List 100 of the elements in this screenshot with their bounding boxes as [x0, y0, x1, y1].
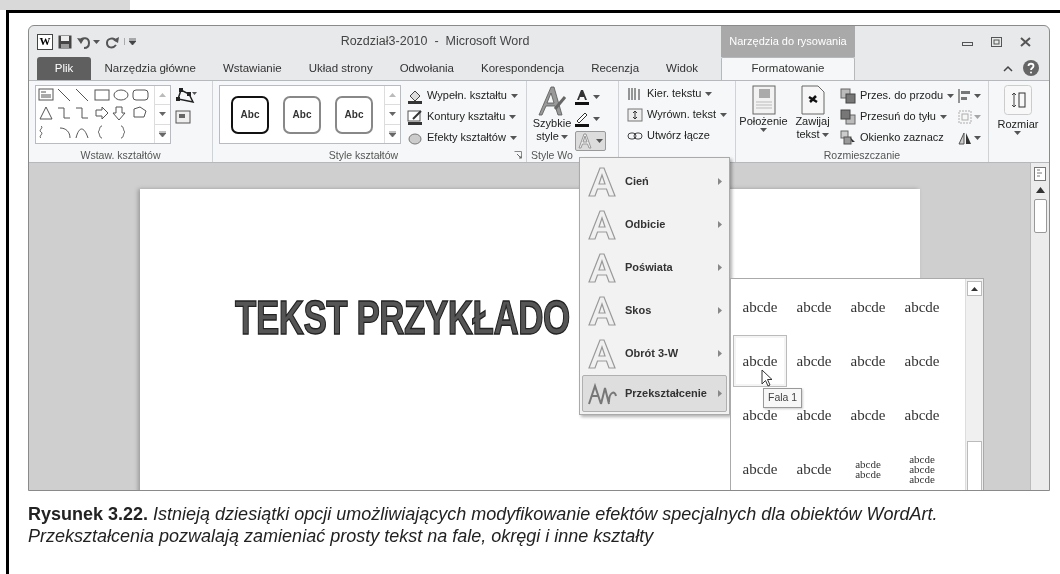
transform-option[interactable]: abcde [787, 443, 841, 490]
menu-item[interactable]: Odbicie [582, 203, 727, 246]
scroll-thumb[interactable] [1033, 199, 1047, 233]
transform-option[interactable]: abcde [733, 281, 787, 333]
ribbon-tab[interactable]: Formatowanie [721, 57, 855, 80]
transform-option[interactable]: abcde [895, 281, 949, 333]
ribbon-tab[interactable]: Odwołania [386, 57, 468, 80]
transform-option[interactable]: abcde [733, 443, 787, 490]
ribbon-command[interactable]: Przesuń do tyłu [838, 106, 957, 127]
shapes-gallery[interactable] [35, 85, 171, 144]
up-arrow-icon [389, 93, 396, 98]
undo-button[interactable] [77, 34, 100, 49]
scroll-thumb[interactable] [967, 441, 982, 490]
menu-item-label: Obrót 3-W [625, 346, 680, 362]
ruler-toggle-button[interactable] [1034, 167, 1046, 181]
group-label: Style kształtów [327, 149, 400, 161]
group-label: Wstaw. kształtów [80, 149, 161, 161]
ribbon-command[interactable]: Okienko zaznacz [838, 127, 957, 148]
transform-option[interactable]: abcde [787, 281, 841, 333]
command-label: Utwórz łącze [647, 128, 710, 144]
down-arrow-icon [389, 112, 396, 117]
menu-item[interactable]: Poświata [582, 246, 727, 289]
caret-icon [593, 94, 600, 99]
ribbon-command[interactable]: Efekty kształtów [405, 127, 520, 148]
ribbon-command[interactable]: Utwórz łącze [625, 125, 735, 146]
submenu-arrow-icon [718, 178, 722, 185]
selection-pane-icon [840, 129, 856, 146]
button-label: style [536, 130, 559, 143]
transform-option[interactable]: abcde abcde [841, 443, 895, 490]
ribbon-tab[interactable]: Widok [652, 57, 712, 80]
shape-style-preset[interactable]: Abc [335, 95, 373, 134]
close-icon [1020, 36, 1031, 47]
caret-icon [974, 135, 982, 140]
ribbon-command[interactable]: Przes. do przodu [838, 85, 957, 106]
ribbon-tab[interactable]: Korespondencja [467, 57, 578, 80]
outlined-a-icon [587, 208, 617, 241]
large-ribbon-button[interactable]: Położenie [740, 85, 787, 132]
size-button[interactable]: Rozmiar [997, 85, 1039, 135]
save-button[interactable] [58, 34, 72, 49]
redo-button[interactable] [105, 34, 119, 49]
command-label: Efekty kształtów [427, 130, 506, 146]
scroll-up-button[interactable] [967, 281, 982, 297]
transform-option[interactable]: abcde [895, 335, 949, 387]
transform-option[interactable]: abcde [895, 389, 949, 441]
dialog-launcher-icon [514, 151, 522, 160]
collapse-ribbon-button[interactable] [1003, 64, 1013, 72]
submenu-arrow-icon [718, 350, 722, 357]
transform-option[interactable]: abcde [787, 335, 841, 387]
up-arrow-icon [159, 93, 166, 98]
caret-icon [974, 114, 982, 119]
caret-icon [593, 116, 600, 121]
menu-item[interactable]: Obrót 3-W [582, 332, 727, 375]
transform-option[interactable]: abcde [733, 335, 787, 387]
ribbon-tab[interactable]: Układ strony [295, 57, 387, 80]
large-ribbon-button[interactable]: Zawijaj tekst [789, 85, 836, 141]
close-button[interactable] [1020, 36, 1031, 47]
customize-icon [129, 38, 136, 45]
figure-caption: Rysunek 3.22. Istnieją dziesiątki opcji umożliwiających modyfikowanie efektów specjalnych dla obiektów WordArt. Przekształcenia pozwalają zamieniać prosty tekst na fale, okręgi i inne kształty [28, 503, 939, 547]
ribbon-command[interactable]: Wyrówn. tekst [625, 104, 735, 125]
caret-icon [705, 91, 713, 96]
transform-option[interactable]: abcde [841, 281, 895, 333]
ribbon-tab[interactable]: Wstawianie [209, 57, 296, 80]
caret-icon [509, 135, 517, 140]
shape-style-preset[interactable]: Abc [231, 95, 269, 134]
help-button[interactable] [1023, 60, 1039, 76]
transform-option[interactable]: abcde [841, 335, 895, 387]
dialog-launcher-button[interactable] [514, 151, 522, 160]
menu-item-label: Przekształcenie [625, 386, 708, 402]
menu-item-label: Cień [625, 174, 650, 190]
save-icon [58, 34, 72, 49]
command-label: Kontury kształtu [427, 109, 506, 125]
outlined-a-icon [587, 251, 617, 284]
ribbon-tab[interactable]: Recenzja [577, 57, 653, 80]
expand-icon [159, 130, 166, 137]
menu-item[interactable]: Przekształcenie [582, 375, 727, 412]
ribbon-tab[interactable]: Narzędzia główne [91, 57, 210, 80]
ribbon-command[interactable]: Kier. tekstu [625, 83, 735, 104]
quick-styles-button[interactable]: Szybkie style [533, 85, 571, 143]
caret-icon [93, 39, 100, 44]
stylized-a-icon [537, 85, 567, 117]
file-tab[interactable]: Plik [37, 57, 91, 80]
align-text-icon [627, 106, 643, 123]
warped-letters-icon [587, 381, 617, 406]
app-icon: W [37, 33, 53, 50]
transform-option[interactable]: abcde abcde abcde [895, 443, 949, 490]
button-label: Szybkie [532, 117, 572, 130]
menu-item[interactable]: Skos [582, 289, 727, 332]
ribbon-command[interactable]: Kontury kształtu [405, 106, 520, 127]
restore-button[interactable] [991, 36, 1002, 47]
scroll-up-button[interactable] [1035, 187, 1045, 193]
size-icon [1004, 85, 1032, 115]
mouse-cursor-icon [761, 369, 773, 387]
customize-toolbar-button[interactable] [124, 38, 136, 45]
shape-style-preset[interactable]: Abc [283, 95, 321, 134]
text-direction-icon [627, 85, 643, 102]
edit-shape-button[interactable] [175, 87, 197, 103]
wrap-document-icon [800, 85, 825, 115]
menu-item[interactable]: Cień [582, 160, 727, 203]
ribbon-command[interactable]: Wypełn. kształtu [405, 85, 520, 106]
transform-option[interactable]: abcde [841, 389, 895, 441]
